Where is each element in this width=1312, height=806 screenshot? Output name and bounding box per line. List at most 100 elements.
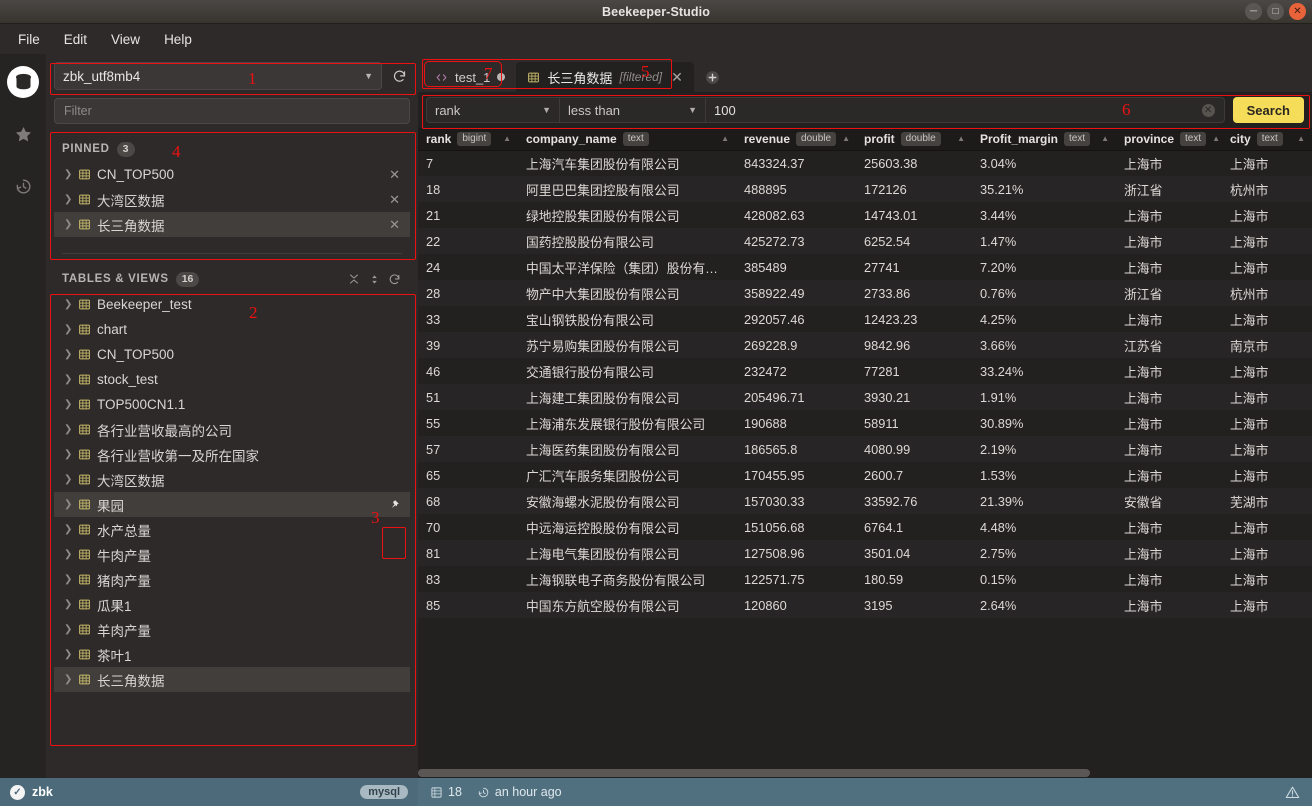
- table-row[interactable]: 7 上海汽车集团股份有限公司 843324.37 25603.38 3.04% 上海市 上海…: [418, 150, 1312, 176]
- table-row[interactable]: 28 物产中大集团股份有限公司 358922.49 2733.86 0.76% 浙江省 杭州…: [418, 280, 1312, 306]
- table-cell[interactable]: 122571.75: [736, 566, 856, 592]
- table-cell[interactable]: 安徽海螺水泥股份有限公司: [518, 488, 736, 514]
- table-row[interactable]: 51 上海建工集团股份有限公司 205496.71 3930.21 1.91% 上海市 上海…: [418, 384, 1312, 410]
- clear-filter-icon[interactable]: ✕: [1201, 103, 1215, 117]
- chevron-right-icon[interactable]: ❯: [64, 549, 78, 560]
- table-row[interactable]: 46 交通银行股份有限公司 232472 77281 33.24% 上海市 上海市: [418, 358, 1312, 384]
- table-cell[interactable]: 0.76%: [972, 280, 1116, 306]
- table-list-item[interactable]: ❯ stock_test: [54, 367, 410, 392]
- table-cell[interactable]: 4.25%: [972, 306, 1116, 332]
- table-row[interactable]: 85 中国东方航空股份有限公司 120860 3195 2.64% 上海市 上海市: [418, 592, 1312, 618]
- rail-item-history[interactable]: [7, 170, 39, 202]
- editor-tab[interactable]: 长三角数据 [filtered] ✕: [516, 62, 694, 92]
- unpin-button[interactable]: ✕: [385, 217, 404, 233]
- table-cell[interactable]: 58911: [856, 410, 972, 436]
- table-row[interactable]: 81 上海电气集团股份有限公司 127508.96 3501.04 2.75% 上海市 上海…: [418, 540, 1312, 566]
- chevron-right-icon[interactable]: ❯: [64, 194, 78, 205]
- table-cell[interactable]: 上海市: [1222, 514, 1312, 540]
- table-cell[interactable]: 上海市: [1116, 540, 1222, 566]
- table-row[interactable]: 83 上海钢联电子商务股份有限公司 122571.75 180.59 0.15% 上海市上…: [418, 566, 1312, 592]
- chevron-right-icon[interactable]: ❯: [64, 474, 78, 485]
- table-column-header[interactable]: city text ▲: [1222, 128, 1312, 151]
- table-list-item[interactable]: ❯ 大湾区数据: [54, 467, 410, 492]
- filter-value-input[interactable]: 100 ✕: [706, 97, 1225, 123]
- table-cell[interactable]: 65: [418, 462, 518, 488]
- table-cell[interactable]: 7.20%: [972, 254, 1116, 280]
- table-cell[interactable]: 358922.49: [736, 280, 856, 306]
- table-cell[interactable]: 151056.68: [736, 514, 856, 540]
- table-list-item[interactable]: ❯ 各行业营收最高的公司: [54, 417, 410, 442]
- table-row[interactable]: 33 宝山钢铁股份有限公司 292057.46 12423.23 4.25% 上海市 上海市: [418, 306, 1312, 332]
- table-column-header[interactable]: profit double ▲: [856, 128, 972, 151]
- table-cell[interactable]: 上海市: [1222, 358, 1312, 384]
- pinned-item[interactable]: ❯ 长三角数据 ✕: [54, 212, 410, 237]
- table-cell[interactable]: 205496.71: [736, 384, 856, 410]
- table-row[interactable]: 18 阿里巴巴集团控股有限公司 488895 172126 35.21% 浙江省 杭州市: [418, 176, 1312, 202]
- table-cell[interactable]: 14743.01: [856, 202, 972, 228]
- table-cell[interactable]: 488895: [736, 176, 856, 202]
- chevron-right-icon[interactable]: ❯: [64, 169, 78, 180]
- pin-button[interactable]: [384, 499, 404, 511]
- table-cell[interactable]: 18: [418, 176, 518, 202]
- database-select[interactable]: zbk_utf8mb4 ▼: [54, 62, 382, 90]
- table-cell[interactable]: 上海汽车集团股份有限公司: [518, 150, 736, 176]
- sort-arrow-icon[interactable]: ▲: [721, 134, 729, 143]
- sort-toggle-button[interactable]: [364, 269, 384, 289]
- sort-arrow-icon[interactable]: ▲: [1212, 134, 1220, 143]
- table-row[interactable]: 65 广汇汽车服务集团股份公司 170455.95 2600.7 1.53% 上海市 上海市: [418, 462, 1312, 488]
- sort-arrow-icon[interactable]: ▲: [1101, 134, 1109, 143]
- table-list-item[interactable]: ❯ 猪肉产量: [54, 567, 410, 592]
- menu-edit[interactable]: Edit: [54, 29, 97, 50]
- table-cell[interactable]: 上海建工集团股份有限公司: [518, 384, 736, 410]
- table-cell[interactable]: 24: [418, 254, 518, 280]
- table-cell[interactable]: 上海市: [1222, 306, 1312, 332]
- unpin-button[interactable]: ✕: [385, 192, 404, 208]
- table-cell[interactable]: 46: [418, 358, 518, 384]
- table-cell[interactable]: 2.19%: [972, 436, 1116, 462]
- table-cell[interactable]: 上海浦东发展银行股份有限公司: [518, 410, 736, 436]
- table-list-item[interactable]: ❯ TOP500CN1.1: [54, 392, 410, 417]
- table-list-item[interactable]: ❯ 牛肉产量: [54, 542, 410, 567]
- table-cell[interactable]: 中国太平洋保险（集团）股份有限公司: [518, 254, 736, 280]
- chevron-right-icon[interactable]: ❯: [64, 299, 78, 310]
- table-column-header[interactable]: company_name text ▲: [518, 128, 736, 151]
- status-connection[interactable]: ✓ zbk mysql: [0, 778, 418, 806]
- table-cell[interactable]: 4080.99: [856, 436, 972, 462]
- table-cell[interactable]: 绿地控股集团股份有限公司: [518, 202, 736, 228]
- table-cell[interactable]: 1.53%: [972, 462, 1116, 488]
- table-cell[interactable]: 180.59: [856, 566, 972, 592]
- table-list-item[interactable]: ❯ 长三角数据: [54, 667, 410, 692]
- unpin-button[interactable]: ✕: [385, 167, 404, 183]
- rail-item-database[interactable]: [7, 66, 39, 98]
- filter-operator-select[interactable]: less than ▼: [560, 97, 706, 123]
- table-cell[interactable]: 172126: [856, 176, 972, 202]
- table-cell[interactable]: 269228.9: [736, 332, 856, 358]
- pinned-item[interactable]: ❯ CN_TOP500 ✕: [54, 162, 410, 187]
- table-cell[interactable]: 上海市: [1116, 436, 1222, 462]
- table-cell[interactable]: 385489: [736, 254, 856, 280]
- search-button[interactable]: Search: [1232, 97, 1304, 123]
- table-cell[interactable]: 3930.21: [856, 384, 972, 410]
- sidebar-filter-input[interactable]: [54, 98, 410, 124]
- chevron-right-icon[interactable]: ❯: [64, 674, 78, 685]
- table-cell[interactable]: 428082.63: [736, 202, 856, 228]
- table-column-header[interactable]: Profit_margin text ▲: [972, 128, 1116, 151]
- table-cell[interactable]: 南京市: [1222, 332, 1312, 358]
- table-cell[interactable]: 物产中大集团股份有限公司: [518, 280, 736, 306]
- menu-file[interactable]: File: [8, 29, 50, 50]
- table-cell[interactable]: 浙江省: [1116, 176, 1222, 202]
- table-cell[interactable]: 55: [418, 410, 518, 436]
- chevron-right-icon[interactable]: ❯: [64, 574, 78, 585]
- table-cell[interactable]: 232472: [736, 358, 856, 384]
- table-cell[interactable]: 68: [418, 488, 518, 514]
- table-cell[interactable]: 上海市: [1222, 202, 1312, 228]
- table-cell[interactable]: 上海市: [1116, 566, 1222, 592]
- table-cell[interactable]: 6252.54: [856, 228, 972, 254]
- table-cell[interactable]: 上海市: [1116, 228, 1222, 254]
- table-cell[interactable]: 21.39%: [972, 488, 1116, 514]
- table-row[interactable]: 39 苏宁易购集团股份有限公司 269228.9 9842.96 3.66% 江苏省 南京市: [418, 332, 1312, 358]
- table-cell[interactable]: 33.24%: [972, 358, 1116, 384]
- table-cell[interactable]: 292057.46: [736, 306, 856, 332]
- chevron-right-icon[interactable]: ❯: [64, 374, 78, 385]
- chevron-right-icon[interactable]: ❯: [64, 599, 78, 610]
